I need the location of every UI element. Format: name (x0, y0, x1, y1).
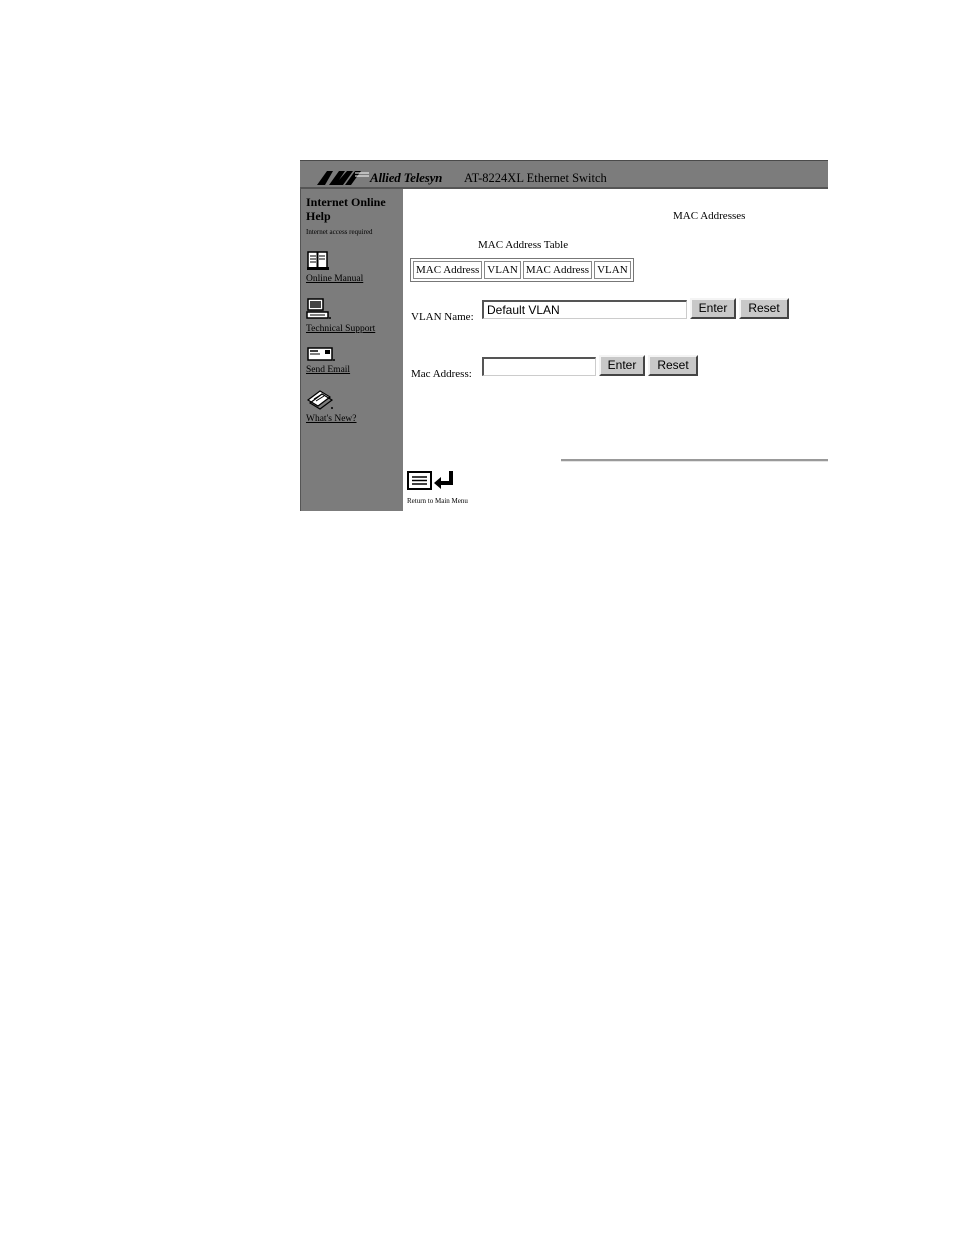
online-manual-link[interactable]: Online Manual (306, 274, 363, 284)
product-name: AT-8224XL Ethernet Switch (464, 171, 607, 185)
return-main-menu-link[interactable]: Return to Main Menu (407, 497, 468, 505)
sidebar-note: Internet access required (306, 228, 373, 236)
divider (561, 459, 828, 462)
vlan-enter-button[interactable]: Enter (690, 298, 736, 319)
technical-support-link[interactable]: Technical Support (306, 324, 375, 334)
send-email-link[interactable]: Send Email (306, 365, 350, 375)
mac-enter-button[interactable]: Enter (599, 355, 645, 376)
book-icon[interactable] (306, 249, 330, 271)
column-header: VLAN (594, 261, 631, 279)
whats-new-link[interactable]: What's New? (306, 414, 357, 424)
mac-address-input[interactable] (482, 357, 596, 376)
column-header: VLAN (484, 261, 521, 279)
page-title: MAC Addresses (673, 210, 746, 222)
envelope-icon[interactable] (306, 346, 336, 362)
brand-name: Allied Telesyn (370, 170, 443, 185)
main-content: MAC Addresses MAC Address Table MAC Addr… (403, 189, 828, 511)
pages-icon[interactable] (306, 388, 334, 410)
sidebar-title: Internet Online Help (306, 195, 386, 223)
help-sidebar: Internet Online Help Internet access req… (300, 189, 403, 511)
computer-icon[interactable] (306, 298, 332, 320)
vlan-reset-button[interactable]: Reset (739, 298, 789, 319)
vlan-name-label: VLAN Name: (411, 311, 474, 323)
table-header-row: MAC Address VLAN MAC Address VLAN (413, 261, 631, 279)
allied-telesyn-logo-icon (317, 171, 369, 185)
mac-address-label: Mac Address: (411, 368, 472, 380)
return-menu-icon[interactable] (407, 470, 455, 492)
mac-address-table: MAC Address VLAN MAC Address VLAN (410, 258, 634, 282)
browser-page: Allied Telesyn AT-8224XL Ethernet Switch… (300, 160, 828, 511)
mac-reset-button[interactable]: Reset (648, 355, 698, 376)
column-header: MAC Address (522, 261, 593, 279)
column-header: MAC Address (413, 261, 483, 279)
table-caption: MAC Address Table (478, 239, 569, 251)
vlan-name-input[interactable]: Default VLAN (482, 300, 687, 319)
header-bar: Allied Telesyn AT-8224XL Ethernet Switch (300, 160, 828, 189)
